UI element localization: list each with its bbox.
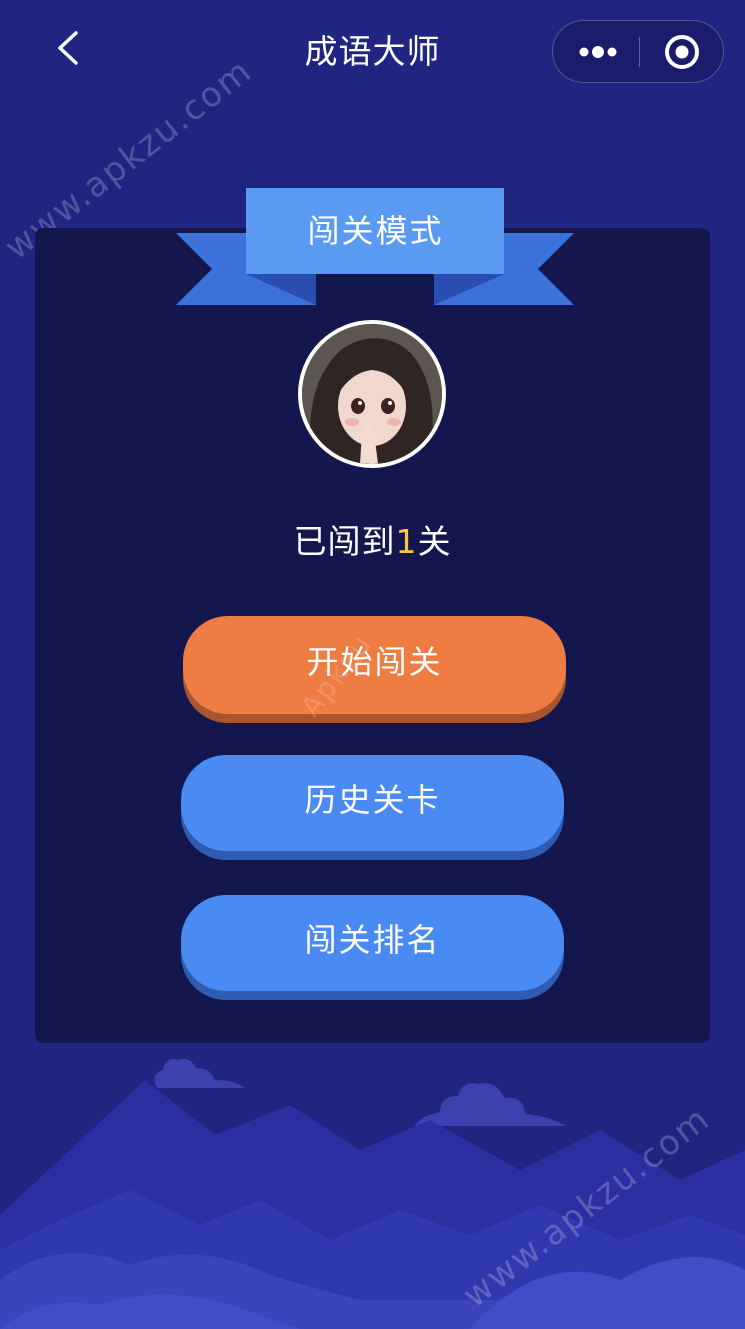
start-level-button[interactable]: 开始闯关	[183, 616, 566, 714]
user-avatar-image	[302, 324, 442, 464]
more-button[interactable]	[553, 21, 639, 81]
history-levels-button[interactable]: 历史关卡	[181, 755, 564, 851]
ribbon-title: 闯关模式	[307, 212, 444, 250]
avatar[interactable]	[298, 320, 446, 468]
mini-program-capsule	[552, 20, 724, 83]
level-ranking-button[interactable]: 闯关排名	[181, 895, 564, 991]
mountain-background	[0, 1059, 745, 1329]
level-progress: 已闯到1关	[0, 519, 745, 565]
progress-prefix: 已闯到	[293, 522, 396, 561]
close-button[interactable]	[640, 21, 724, 81]
progress-level: 1	[395, 522, 418, 561]
nav-bar: 成语大师	[0, 0, 745, 106]
progress-suffix: 关	[417, 522, 452, 561]
target-circle-icon	[665, 35, 699, 69]
more-dots-icon	[579, 46, 617, 58]
